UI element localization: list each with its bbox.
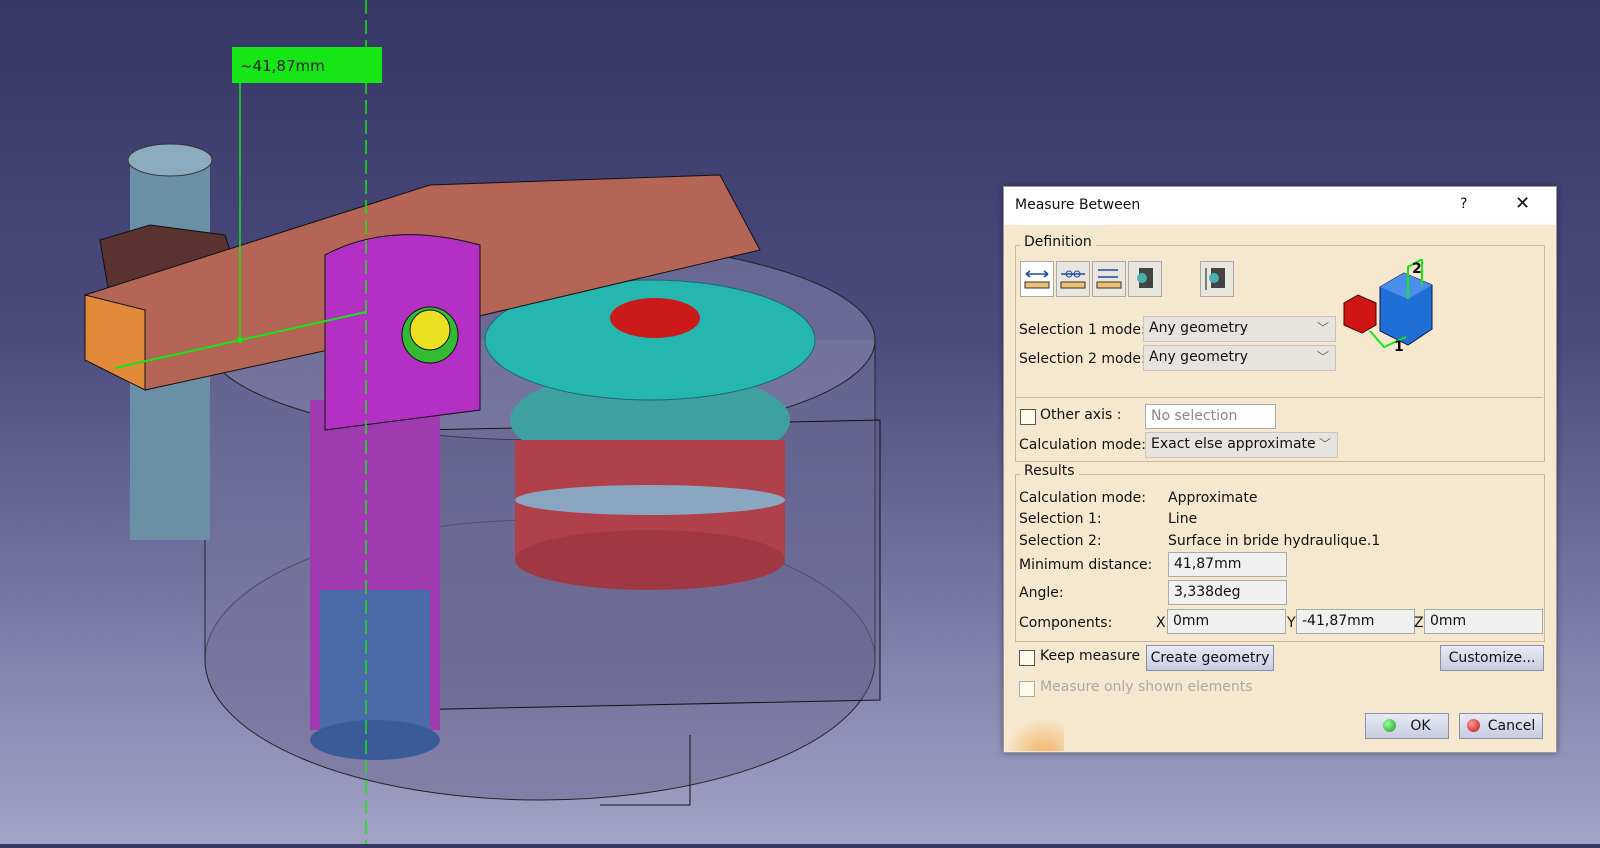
min-distance-label: Minimum distance: xyxy=(1019,557,1153,573)
z-component-field[interactable]: 0mm xyxy=(1424,609,1543,634)
selection1-mode-label: Selection 1 mode: xyxy=(1019,322,1146,338)
calc-mode-label: Calculation mode: xyxy=(1019,437,1146,453)
keep-measure-label: Keep measure xyxy=(1040,648,1141,664)
angle-field[interactable]: 3,338deg xyxy=(1168,580,1287,605)
result-selection1-label: Selection 1: xyxy=(1019,511,1102,527)
y-component-field[interactable]: -41,87mm xyxy=(1296,609,1415,634)
ok-label: OK xyxy=(1410,718,1431,734)
result-calc-mode-label: Calculation mode: xyxy=(1019,490,1146,506)
dialog-title: Measure Between xyxy=(1015,197,1141,213)
measure-only-shown-label: Measure only shown elements xyxy=(1040,679,1253,695)
help-button[interactable]: ? xyxy=(1460,196,1467,212)
cad-model[interactable] xyxy=(0,0,970,844)
create-geometry-button[interactable]: Create geometry xyxy=(1146,645,1274,671)
catia-logo xyxy=(1004,707,1064,751)
measure-between-dialog: Measure Between ? ✕ Definition 2 1 Selec… xyxy=(1003,186,1557,753)
dimension-label: ~41,87mm xyxy=(232,47,382,83)
dialog-titlebar[interactable]: Measure Between ? ✕ xyxy=(1004,187,1556,225)
z-label: Z xyxy=(1414,615,1424,631)
chevron-down-icon: ﹀ xyxy=(1316,321,1329,335)
result-calc-mode-value: Approximate xyxy=(1168,490,1258,506)
result-selection2-label: Selection 2: xyxy=(1019,533,1102,549)
result-selection1-value: Line xyxy=(1168,511,1198,527)
components-label: Components: xyxy=(1019,615,1113,631)
chevron-down-icon: ﹀ xyxy=(1316,350,1329,364)
other-axis-checkbox[interactable] xyxy=(1020,409,1036,425)
divider xyxy=(1015,397,1543,398)
other-axis-input[interactable]: No selection xyxy=(1145,404,1276,429)
other-axis-label: Other axis : xyxy=(1040,407,1122,423)
y-label: Y xyxy=(1287,615,1296,631)
results-legend: Results xyxy=(1020,463,1079,479)
measure-fan-icon[interactable] xyxy=(1092,261,1126,297)
result-selection2-value: Surface in bride hydraulique.1 xyxy=(1168,533,1381,549)
selection2-mode-value: Any geometry xyxy=(1149,349,1249,365)
measure-chain-icon[interactable] xyxy=(1056,261,1090,297)
measure-between-icon[interactable] xyxy=(1020,261,1054,297)
calc-mode-select[interactable]: Exact else approximate ﹀ xyxy=(1145,432,1338,458)
illustration-label-1: 1 xyxy=(1394,339,1404,355)
angle-label: Angle: xyxy=(1019,585,1064,601)
cancel-button[interactable]: Cancel xyxy=(1459,713,1543,739)
cancel-icon xyxy=(1466,719,1480,732)
measure-item-icon[interactable] xyxy=(1128,261,1162,297)
selection2-mode-select[interactable]: Any geometry ﹀ xyxy=(1143,345,1336,371)
selection1-mode-value: Any geometry xyxy=(1149,320,1249,336)
measure-illustration: 2 1 xyxy=(1343,259,1433,355)
ok-icon xyxy=(1383,719,1397,732)
selection1-mode-select[interactable]: Any geometry ﹀ xyxy=(1143,316,1336,342)
3d-viewport[interactable]: ~41,87mm xyxy=(0,0,970,844)
ok-button[interactable]: OK xyxy=(1365,713,1449,739)
measure-only-shown-checkbox[interactable] xyxy=(1019,681,1035,697)
customize-button[interactable]: Customize... xyxy=(1440,645,1544,671)
illustration-label-2: 2 xyxy=(1412,261,1422,277)
keep-measure-checkbox[interactable] xyxy=(1019,650,1035,666)
min-distance-field[interactable]: 41,87mm xyxy=(1168,552,1287,577)
x-component-field[interactable]: 0mm xyxy=(1167,609,1286,634)
close-button[interactable]: ✕ xyxy=(1515,193,1530,214)
calc-mode-value: Exact else approximate xyxy=(1151,436,1316,452)
measure-thickness-icon[interactable] xyxy=(1200,261,1234,297)
pin xyxy=(409,309,451,351)
selection2-mode-label: Selection 2 mode: xyxy=(1019,351,1146,367)
chevron-down-icon: ﹀ xyxy=(1318,437,1331,451)
x-label: X xyxy=(1156,615,1166,631)
definition-legend: Definition xyxy=(1020,234,1096,250)
cancel-label: Cancel xyxy=(1487,718,1536,734)
piston-blue xyxy=(320,590,430,740)
